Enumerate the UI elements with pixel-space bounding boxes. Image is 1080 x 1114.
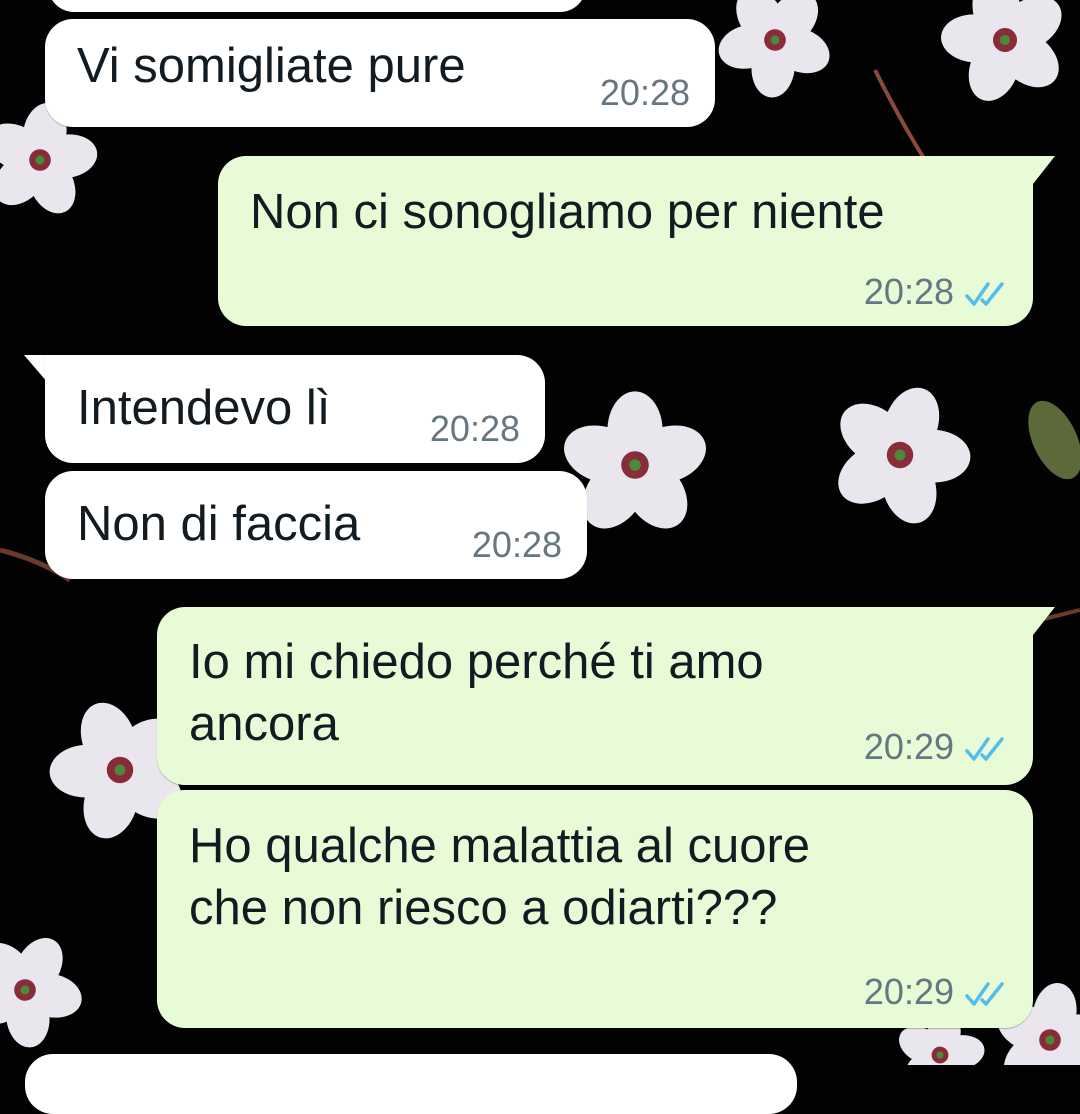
double-check-icon <box>965 982 1004 1006</box>
double-check-icon <box>965 282 1004 306</box>
message-bubble-outgoing[interactable]: Non ci sonogliamo per niente 20:28 <box>218 156 1033 326</box>
double-check-icon <box>965 737 1004 761</box>
message-timestamp: 20:28 <box>864 272 1008 312</box>
blossom-decoration <box>0 909 108 1065</box>
message-text: Non di faccia <box>77 497 361 551</box>
blossom-decoration <box>804 363 995 549</box>
message-text: Ho qualche malattia al cuore che non rie… <box>189 819 811 935</box>
message-timestamp: 20:28 <box>471 524 562 565</box>
message-timestamp: 20:29 <box>864 972 1008 1012</box>
message-timestamp: 20:29 <box>864 727 1008 767</box>
blossom-decoration <box>689 0 860 125</box>
message-text: Vi somigliate pure <box>77 39 466 93</box>
message-text: Intendevo lì <box>77 381 331 435</box>
blossom-decoration <box>922 0 1080 122</box>
message-bubble-outgoing[interactable]: Ho qualche malattia al cuore che non rie… <box>157 790 1033 1028</box>
message-bubble-partial-bottom[interactable] <box>25 1054 797 1114</box>
bubble-tail-outgoing <box>1033 156 1055 184</box>
message-bubble-incoming[interactable]: Intendevo lì 20:28 <box>45 355 545 463</box>
message-text: Non ci sonogliamo per niente <box>250 185 885 239</box>
message-bubble-incoming[interactable]: Non di faccia 20:28 <box>45 471 587 579</box>
bubble-tail-outgoing <box>1033 607 1055 635</box>
message-timestamp: 20:28 <box>429 408 520 449</box>
leaf-decoration <box>1028 400 1080 480</box>
stem-decoration <box>873 69 927 162</box>
message-bubble-partial-top[interactable] <box>48 0 586 12</box>
message-timestamp: 20:28 <box>599 72 690 113</box>
message-text: Io mi chiedo perché ti amo ancora <box>189 635 764 751</box>
message-bubble-incoming[interactable]: Vi somigliate pure 20:28 <box>45 19 715 127</box>
message-bubble-outgoing[interactable]: Io mi chiedo perché ti amo ancora 20:29 <box>157 607 1033 785</box>
